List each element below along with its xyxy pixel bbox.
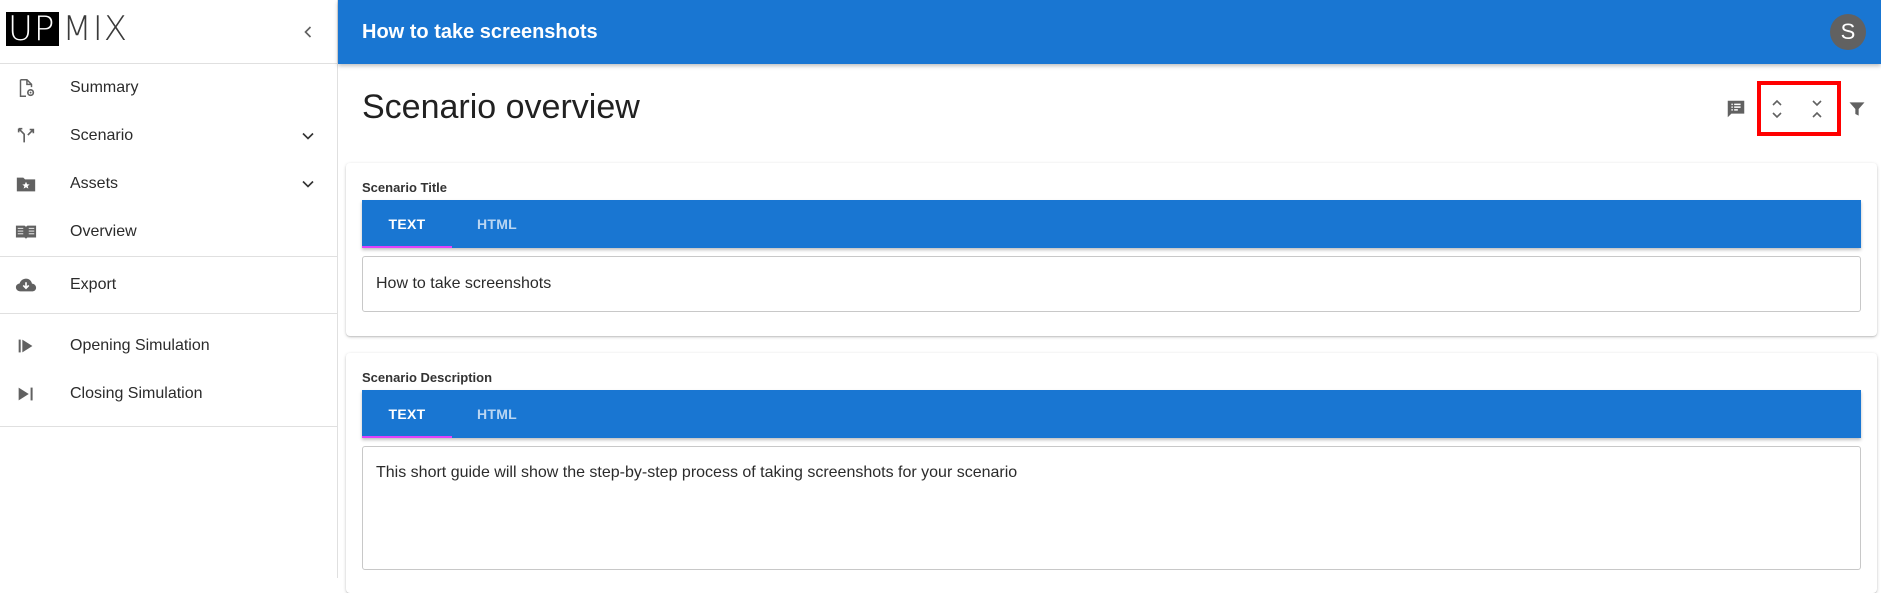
tab-html[interactable]: HTML: [452, 200, 542, 248]
scenario-branch-icon: [14, 124, 38, 148]
comments-button[interactable]: [1721, 94, 1751, 124]
comments-list-icon: [1727, 100, 1745, 118]
sidebar-item-scenario[interactable]: Scenario: [0, 112, 337, 160]
nav-group-main: Summary Scenario Assets Overview: [0, 64, 337, 257]
sidebar-item-label: Assets: [70, 175, 119, 192]
play-start-icon: [14, 334, 38, 358]
scenario-description-card: Scenario Description TEXT HTML This shor…: [346, 353, 1877, 593]
collapse-sidebar-button[interactable]: [296, 20, 320, 44]
expand-all-icon: [1772, 99, 1782, 119]
nav-group-simulation: Opening Simulation Closing Simulation: [0, 314, 337, 427]
scenario-title-card: Scenario Title TEXT HTML How to take scr…: [346, 163, 1877, 336]
tab-text[interactable]: TEXT: [362, 200, 452, 248]
sidebar-item-label: Overview: [70, 223, 137, 240]
sidebar-item-label: Opening Simulation: [70, 337, 210, 354]
cloud-download-icon: [14, 273, 38, 297]
page-title: Scenario overview: [362, 88, 640, 126]
tab-text[interactable]: TEXT: [362, 390, 452, 438]
field-label: Scenario Title: [362, 180, 448, 195]
sidebar-item-export[interactable]: Export: [0, 257, 337, 313]
scenario-title-input[interactable]: How to take screenshots: [362, 256, 1861, 312]
logo-bar: UP MIX: [0, 0, 337, 64]
logo-up-text: UP: [6, 12, 60, 46]
collapse-all-button[interactable]: [1802, 94, 1832, 124]
header-title: How to take screenshots: [362, 21, 598, 43]
filter-icon: [1849, 102, 1865, 116]
sidebar-item-label: Export: [70, 276, 117, 293]
avatar[interactable]: S: [1830, 14, 1866, 50]
sidebar-item-opening-simulation[interactable]: Opening Simulation: [0, 322, 337, 370]
sidebar-item-label: Summary: [70, 79, 139, 96]
editor-tabs: TEXT HTML: [362, 200, 1861, 248]
chevron-down-icon[interactable]: [296, 172, 320, 196]
nav-group-export: Export: [0, 257, 337, 314]
tab-html[interactable]: HTML: [452, 390, 542, 438]
sidebar-item-closing-simulation[interactable]: Closing Simulation: [0, 370, 337, 418]
upmix-logo[interactable]: UP MIX: [6, 12, 128, 46]
logo-mix-text: MIX: [62, 9, 129, 49]
folder-star-icon: [14, 172, 38, 196]
app-header: How to take screenshots S: [338, 0, 1881, 64]
chevron-down-icon[interactable]: [296, 124, 320, 148]
active-tab-indicator: [362, 246, 452, 248]
play-end-icon: [14, 382, 38, 406]
sidebar: UP MIX Summary Scenario Assets Overview …: [0, 0, 338, 578]
scenario-description-input[interactable]: This short guide will show the step-by-s…: [362, 446, 1861, 570]
editor-tabs: TEXT HTML: [362, 390, 1861, 438]
summary-settings-icon: [14, 76, 38, 100]
sidebar-item-overview[interactable]: Overview: [0, 208, 337, 256]
sidebar-item-summary[interactable]: Summary: [0, 64, 337, 112]
active-tab-indicator: [362, 436, 452, 438]
collapse-all-icon: [1812, 100, 1822, 118]
sidebar-item-label: Scenario: [70, 127, 134, 144]
field-label: Scenario Description: [362, 370, 493, 385]
filter-button[interactable]: [1842, 94, 1872, 124]
chevron-left-icon: [304, 26, 312, 38]
book-open-icon: [14, 220, 38, 244]
sidebar-item-label: Closing Simulation: [70, 385, 203, 402]
sidebar-item-assets[interactable]: Assets: [0, 160, 337, 208]
expand-all-button[interactable]: [1762, 94, 1792, 124]
